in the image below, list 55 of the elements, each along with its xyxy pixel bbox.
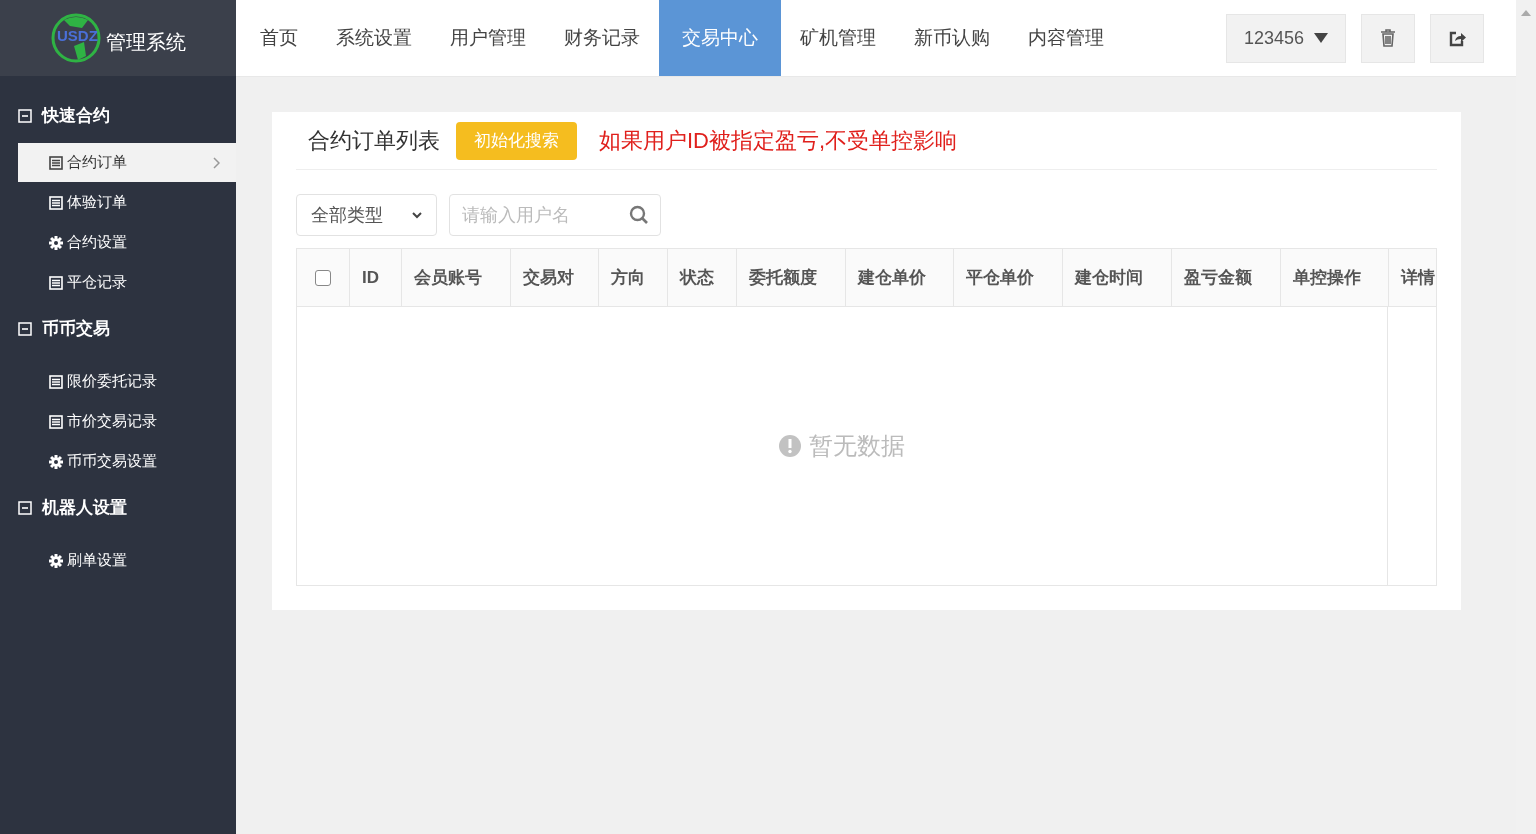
sidebar-item[interactable]: 平仓记录	[18, 263, 236, 302]
logo-title: 管理系统	[106, 30, 186, 55]
select-all-checkbox[interactable]	[315, 269, 331, 286]
list-icon	[49, 275, 63, 290]
column-header: 盈亏金额	[1184, 266, 1252, 289]
sidebar-item[interactable]: 市价交易记录	[18, 402, 236, 441]
sidebar-group[interactable]: 快速合约	[0, 94, 236, 138]
sidebar-item[interactable]: 合约设置	[18, 223, 236, 262]
list-icon	[49, 195, 63, 210]
column-header: 单控操作	[1293, 266, 1361, 289]
sidebar-group[interactable]: 币币交易	[0, 307, 236, 351]
column-header: 平仓单价	[966, 266, 1034, 289]
list-icon	[49, 155, 63, 170]
sidebar-item[interactable]: 刷单设置	[18, 541, 236, 580]
column-header: 建仓时间	[1075, 266, 1143, 289]
nav-tab[interactable]: 矿机管理	[781, 0, 895, 76]
column-header: 详情	[1401, 266, 1435, 289]
caret-icon	[1314, 33, 1329, 43]
list-icon	[49, 414, 63, 429]
nav-tab[interactable]: 系统设置	[317, 0, 431, 76]
column-header: 方向	[611, 266, 645, 289]
notice-text: 如果用户ID被指定盈亏,不受单控影响	[599, 127, 958, 155]
sidebar-item[interactable]: 币币交易设置	[18, 442, 236, 481]
username-search-field[interactable]: 请输入用户名	[449, 194, 661, 236]
sidebar-item[interactable]: 合约订单	[18, 143, 236, 182]
settings-icon	[49, 454, 63, 469]
type-select[interactable]: 全部类型	[296, 194, 437, 236]
nav-tab[interactable]: 财务记录	[545, 0, 659, 76]
sidebar-item[interactable]: 体验订单	[18, 183, 236, 222]
delete-button[interactable]	[1361, 13, 1415, 63]
sidebar-item[interactable]: 限价委托记录	[18, 362, 236, 401]
user-dropdown[interactable]: 123456	[1226, 13, 1346, 63]
list-icon	[49, 374, 63, 389]
settings-icon	[49, 553, 63, 568]
info-icon	[779, 435, 801, 457]
logout-button[interactable]	[1430, 13, 1484, 63]
nav-tab[interactable]: 新币认购	[895, 0, 1009, 76]
settings-icon	[49, 235, 63, 250]
column-header: ID	[362, 266, 379, 289]
column-header: 状态	[680, 266, 714, 289]
search-icon	[629, 205, 649, 225]
chevron-down-icon	[412, 211, 422, 219]
column-header: 委托额度	[749, 266, 817, 289]
chevron-right-icon	[213, 156, 220, 169]
column-header: 会员账号	[414, 266, 482, 289]
column-header: 建仓单价	[858, 266, 926, 289]
nav-tab[interactable]: 内容管理	[1009, 0, 1123, 76]
nav-tab[interactable]: 用户管理	[431, 0, 545, 76]
panel-title: 合约订单列表	[308, 127, 440, 155]
trash-icon	[1380, 29, 1396, 47]
empty-text: 暂无数据	[809, 431, 905, 461]
column-header: 交易对	[523, 266, 574, 289]
nav-tab[interactable]: 首页	[241, 0, 317, 76]
sidebar-group[interactable]: 机器人设置	[0, 486, 236, 530]
share-icon	[1448, 29, 1466, 47]
